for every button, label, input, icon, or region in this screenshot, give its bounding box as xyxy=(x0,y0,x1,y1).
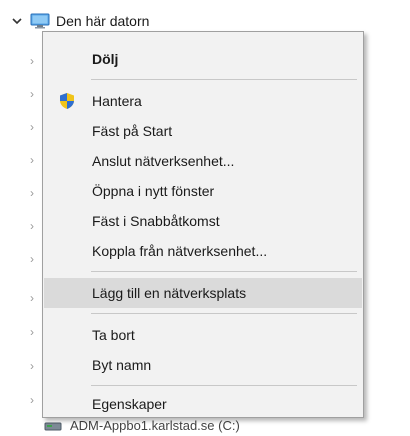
menu-item-map-network-drive[interactable]: Anslut nätverksenhet... xyxy=(44,146,362,176)
menu-item-add-network-location[interactable]: Lägg till en nätverksplats xyxy=(44,278,362,308)
chevron-right-icon[interactable]: › xyxy=(30,121,40,133)
menu-item-label: Dölj xyxy=(92,51,119,67)
menu-item-label: Hantera xyxy=(92,93,142,109)
menu-separator xyxy=(91,313,357,314)
menu-separator xyxy=(91,271,357,272)
menu-item-open-in-new-window[interactable]: Öppna i nytt fönster xyxy=(44,176,362,206)
menu-item-label: Egenskaper xyxy=(92,396,167,412)
menu-item-label: Ta bort xyxy=(92,327,135,343)
menu-item-delete[interactable]: Ta bort xyxy=(44,320,362,350)
chevron-right-icon[interactable]: › xyxy=(30,360,40,372)
chevron-right-icon[interactable]: › xyxy=(30,394,40,406)
menu-item-properties[interactable]: Egenskaper xyxy=(44,389,362,419)
menu-item-manage[interactable]: Hantera xyxy=(44,86,362,116)
uac-shield-icon xyxy=(58,92,76,110)
chevron-down-icon[interactable] xyxy=(10,14,24,28)
context-menu: Dölj Hantera Fäst på Start Anslut nätver… xyxy=(42,31,364,418)
menu-item-hide[interactable]: Dölj xyxy=(44,44,362,74)
menu-item-pin-to-quick-access[interactable]: Fäst i Snabbåtkomst xyxy=(44,206,362,236)
menu-item-label: Lägg till en nätverksplats xyxy=(92,285,247,301)
menu-item-pin-to-start[interactable]: Fäst på Start xyxy=(44,116,362,146)
menu-item-label: Byt namn xyxy=(92,357,152,373)
menu-item-label: Anslut nätverksenhet... xyxy=(92,153,235,169)
menu-separator xyxy=(91,385,357,386)
chevron-right-icon[interactable]: › xyxy=(30,292,40,304)
chevron-right-icon[interactable]: › xyxy=(30,220,40,232)
monitor-icon xyxy=(30,13,50,29)
menu-item-disconnect-network-drive[interactable]: Koppla från nätverksenhet... xyxy=(44,236,362,266)
drive-icon xyxy=(44,420,62,432)
tree-item-drive[interactable]: ADM-Appbo1.karlstad.se (C:) xyxy=(30,418,240,433)
tree-item-this-pc[interactable]: Den här datorn xyxy=(10,9,149,33)
menu-item-label: Fäst på Start xyxy=(92,123,173,139)
chevron-right-icon[interactable]: › xyxy=(30,154,40,166)
chevron-right-icon[interactable]: › xyxy=(30,326,40,338)
chevron-right-icon[interactable]: › xyxy=(30,55,40,67)
menu-separator xyxy=(91,79,357,80)
chevron-right-icon[interactable]: › xyxy=(30,187,40,199)
menu-item-rename[interactable]: Byt namn xyxy=(44,350,362,380)
menu-item-label: Koppla från nätverksenhet... xyxy=(92,243,268,259)
menu-item-label: Fäst i Snabbåtkomst xyxy=(92,213,220,229)
tree-item-label: Den här datorn xyxy=(56,13,150,29)
menu-item-label: Öppna i nytt fönster xyxy=(92,183,215,199)
chevron-right-icon[interactable]: › xyxy=(30,253,40,265)
tree-item-label: ADM-Appbo1.karlstad.se (C:) xyxy=(70,418,240,433)
chevron-right-icon[interactable]: › xyxy=(30,88,40,100)
